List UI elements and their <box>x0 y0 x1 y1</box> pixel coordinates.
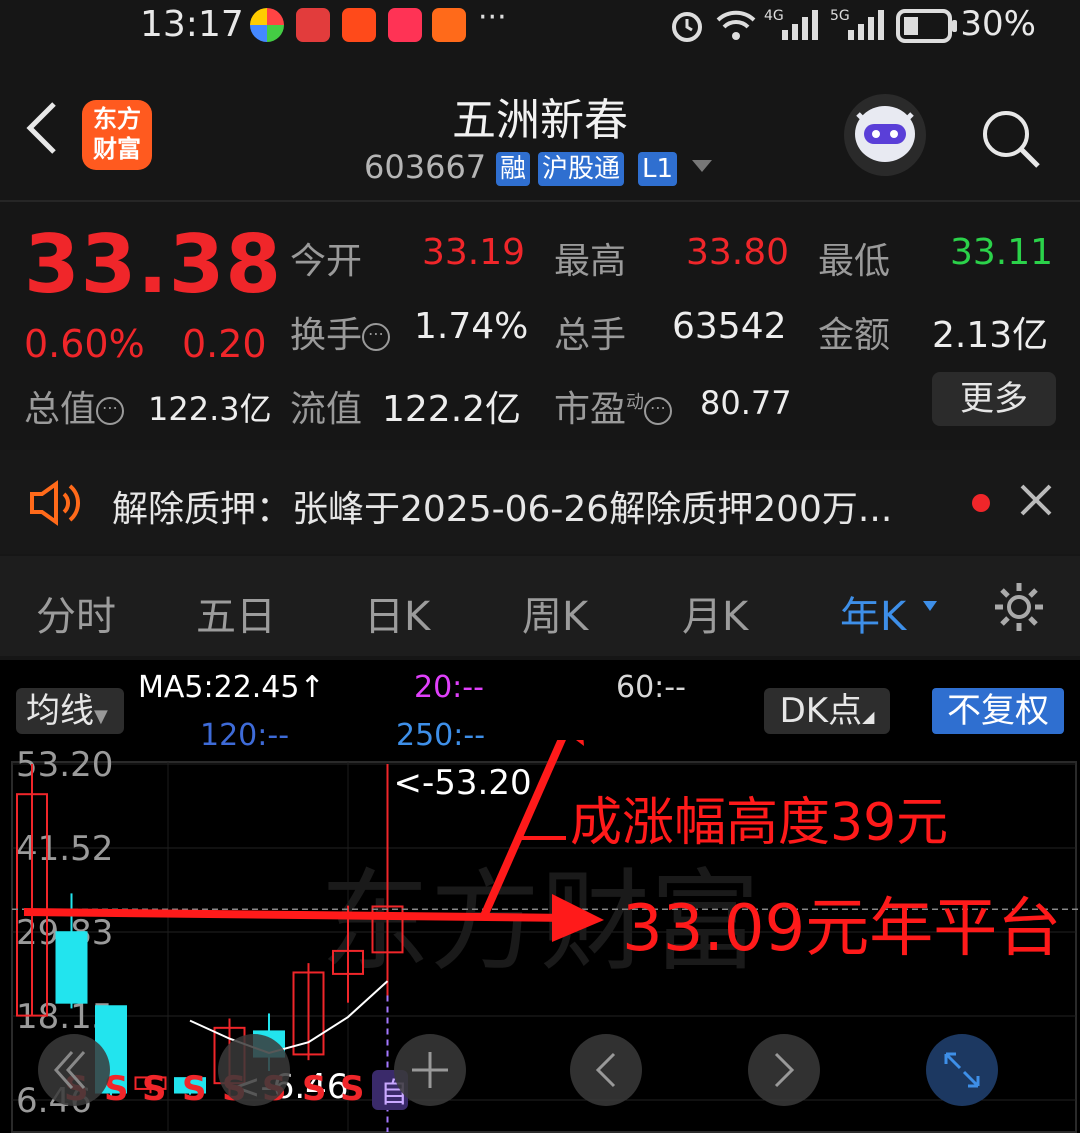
sell-marker: S <box>182 1069 207 1109</box>
quote-panel: 33.38 0.60% 0.20 今开 33.19 最高 33.80 最低 33… <box>0 202 1080 448</box>
amount-label: 金额 <box>818 315 891 356</box>
tab-weekly-k[interactable]: 周K <box>522 584 588 642</box>
high-label: 最高 <box>554 241 627 282</box>
search-icon[interactable] <box>980 108 1040 168</box>
add-indicator-button[interactable] <box>394 1034 466 1106</box>
turnover-label-text: 换手 <box>290 315 363 356</box>
chevron-down-icon[interactable] <box>690 156 714 180</box>
ma5-line <box>189 980 389 1055</box>
dk-points-label: DK点 <box>779 691 863 731</box>
photos-app-icon <box>250 8 284 42</box>
tab-yearly-k[interactable]: 年K <box>840 584 906 642</box>
tab-daily-k[interactable]: 日K <box>364 584 430 642</box>
video-app-icon <box>342 8 376 42</box>
chevron-down-icon[interactable] <box>922 598 938 617</box>
k-line-plot[interactable]: 东方财富 53.2041.5229.8318.156.46 <-53.20 <-… <box>0 740 1080 1133</box>
rise-annotation: 成涨幅高度39元 <box>570 793 948 853</box>
dk-points-button[interactable]: DK点◢ <box>764 688 890 734</box>
sell-marker: S <box>302 1069 327 1109</box>
float-cap-value: 122.2亿 <box>382 389 522 430</box>
amount-value: 2.13亿 <box>932 315 1049 356</box>
sell-marker: S <box>142 1069 167 1109</box>
battery-percent: 30% <box>960 4 1036 44</box>
low-value: 33.11 <box>950 232 1054 273</box>
gear-icon[interactable] <box>992 580 1046 638</box>
more-notifications-icon: ··· <box>478 0 507 35</box>
pe-label-text: 市盈 <box>554 389 627 430</box>
tab-monthly-k[interactable]: 月K <box>682 584 748 642</box>
status-bar: 13:17 ··· 4G 5G 30% <box>0 0 1080 52</box>
connect-tag: 沪股通 <box>538 152 625 186</box>
news-text[interactable]: 解除质押：张峰于2025-06-26解除质押200万... <box>112 480 892 532</box>
orange-app-icon <box>432 8 466 42</box>
low-label: 最低 <box>818 241 891 282</box>
volume-label: 总手 <box>554 315 627 356</box>
period-tabs: 分时 五日 日K 周K 月K 年K <box>0 556 1080 656</box>
unread-dot <box>972 494 990 512</box>
info-icon: ⋯ <box>362 323 391 351</box>
speaker-icon <box>28 480 82 530</box>
close-icon[interactable] <box>1018 482 1054 522</box>
ma-mode-select[interactable]: 均线▼ <box>16 688 124 734</box>
change-percent: 0.60% <box>24 322 145 366</box>
no-adjust-button[interactable]: 不复权 <box>932 688 1064 734</box>
ma-mode-label: 均线 <box>26 691 94 731</box>
open-value: 33.19 <box>422 232 526 273</box>
signal-icon <box>780 8 824 46</box>
market-cap-label-text: 总值 <box>24 389 97 430</box>
stock-code: 603667 <box>364 148 487 186</box>
chevron-down-icon: ▼ <box>94 706 108 727</box>
status-time: 13:17 <box>140 4 244 45</box>
float-cap-label: 流值 <box>290 389 363 430</box>
platform-annotation: 33.09元年平台 <box>622 892 1061 966</box>
y-tick-label: 41.52 <box>16 829 113 869</box>
pe-value: 80.77 <box>700 384 792 422</box>
high-value: 33.80 <box>686 232 790 273</box>
ma5-label: MA5:22.45↑ <box>138 670 325 705</box>
market-cap-value: 122.3亿 <box>148 390 272 428</box>
alarm-icon <box>668 6 706 44</box>
tab-five-day[interactable]: 五日 <box>196 584 276 642</box>
max-price-label: <-53.20 <box>394 763 532 803</box>
robot-assistant-icon[interactable] <box>844 94 926 176</box>
tab-intraday[interactable]: 分时 <box>36 584 116 642</box>
current-price: 33.38 <box>24 218 283 311</box>
signal-icon <box>846 8 890 46</box>
y-tick-label: 53.20 <box>16 745 113 785</box>
corner-triangle-icon: ◢ <box>862 707 875 726</box>
candle-body <box>55 931 88 1004</box>
level-tag[interactable]: L1 <box>638 152 678 186</box>
red-app-icon <box>388 8 422 42</box>
ma20-label: 20:-- <box>414 670 484 705</box>
pe-label[interactable]: 市盈动 ⋯ <box>554 380 673 432</box>
volume-value: 63542 <box>672 306 787 347</box>
huawei-app-icon <box>296 8 330 42</box>
turnover-label[interactable]: 换手 ⋯ <box>290 306 391 358</box>
turnover-value: 1.74% <box>414 306 529 347</box>
change-amount: 0.20 <box>182 322 267 366</box>
news-banner[interactable]: 解除质押：张峰于2025-06-26解除质押200万... <box>0 450 1080 554</box>
battery-icon <box>896 8 960 48</box>
ma60-label: 60:-- <box>616 670 686 705</box>
stock-header: 东方 财富 五洲新春 603667 融 沪股通 L1 <box>0 60 1080 198</box>
sell-marker: S <box>340 1069 365 1109</box>
wifi-icon <box>714 6 758 44</box>
market-cap-label[interactable]: 总值 ⋯ <box>24 380 125 432</box>
info-icon: ⋯ <box>96 397 125 425</box>
open-label: 今开 <box>290 241 363 282</box>
margin-tag: 融 <box>496 152 531 186</box>
scroll-right-button[interactable] <box>748 1034 820 1106</box>
fullscreen-button[interactable] <box>926 1034 998 1106</box>
more-button[interactable]: 更多 <box>932 372 1056 426</box>
pe-dynamic-sup: 动 <box>626 392 645 413</box>
scroll-left-button[interactable] <box>570 1034 642 1106</box>
info-icon: ⋯ <box>644 397 673 425</box>
zoom-out-button[interactable] <box>38 1034 110 1106</box>
zoom-in-button[interactable] <box>218 1034 290 1106</box>
